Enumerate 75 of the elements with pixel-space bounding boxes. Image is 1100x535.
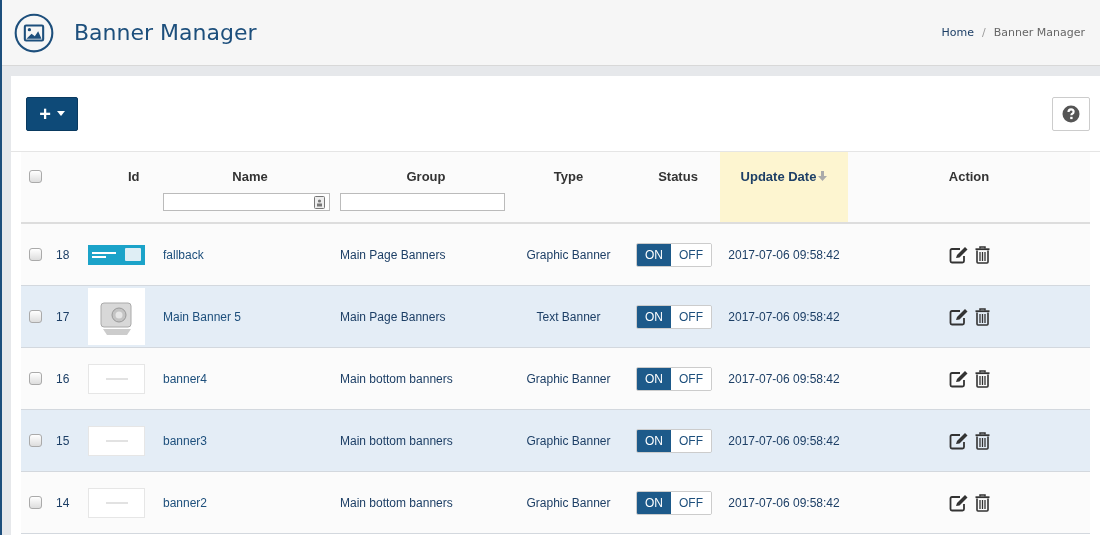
banner-name-link[interactable]: banner3 [163,433,208,448]
type-cell: Graphic Banner [526,371,611,386]
sort-down-icon [818,171,828,181]
off-toggle-option[interactable]: OFF [671,429,711,452]
banner-name-link[interactable]: fallback [163,247,204,262]
on-toggle-option[interactable]: ON [637,243,671,266]
edit-icon[interactable] [948,369,969,388]
id-cell: 17 [56,309,70,324]
trash-icon[interactable] [974,431,990,450]
trash-icon[interactable] [974,369,990,388]
row-checkbox[interactable] [29,496,42,509]
column-header[interactable]: Type [553,169,584,184]
column-header[interactable]: Id [128,169,140,184]
trash-icon[interactable] [974,307,990,326]
breadcrumb-separator: / [982,26,986,39]
off-toggle-option[interactable]: OFF [671,367,711,390]
id-cell: 15 [56,433,70,448]
edit-icon[interactable] [948,431,969,450]
sorted-column-header[interactable]: Update Date [720,152,848,222]
type-cell: Graphic Banner [526,433,611,448]
group-cell: Main bottom banners [340,495,453,510]
group-cell: Main Page Banners [340,247,446,262]
row-checkbox[interactable] [29,372,42,385]
row-checkbox[interactable] [29,248,42,261]
date-cell: 2017-07-06 09:58:42 [728,309,840,324]
date-cell: 2017-07-06 09:58:42 [728,371,840,386]
select-all-checkbox[interactable] [29,170,42,183]
banner-name-link[interactable]: banner4 [163,371,208,386]
page-title: Banner Manager [74,20,257,45]
placeholder-thumbnail [88,425,145,456]
group-cell: Main bottom banners [340,433,453,448]
id-cell: 16 [56,371,70,386]
date-cell: 2017-07-06 09:58:42 [728,495,840,510]
row-checkbox[interactable] [29,310,42,323]
trash-icon[interactable] [974,245,990,264]
edit-icon[interactable] [948,493,969,512]
off-toggle-option[interactable]: OFF [671,305,711,328]
image-icon [14,12,54,53]
id-cell: 18 [56,247,70,262]
off-toggle-option[interactable]: OFF [671,243,711,266]
banner-name-link[interactable]: Main Banner 5 [163,309,242,324]
placeholder-thumbnail [88,487,145,518]
banner-thumbnail [88,244,145,265]
column-header[interactable]: Action [948,169,990,184]
type-cell: Graphic Banner [526,495,611,510]
filter-field[interactable] [340,193,505,211]
breadcrumb-item[interactable]: Home [941,26,975,39]
contact-card-icon [314,195,325,209]
row-checkbox[interactable] [29,434,42,447]
type-cell: Graphic Banner [526,247,611,262]
off-toggle-option[interactable]: OFF [671,491,711,514]
on-toggle-option[interactable]: ON [637,429,671,452]
column-header[interactable]: Status [658,169,698,184]
date-cell: 2017-07-06 09:58:42 [728,433,840,448]
date-cell: 2017-07-06 09:58:42 [728,247,840,262]
edit-icon[interactable] [948,245,969,264]
on-toggle-option[interactable]: ON [637,305,671,328]
group-cell: Main bottom banners [340,371,453,386]
column-header[interactable]: Group [406,169,446,184]
on-toggle-option[interactable]: ON [637,367,671,390]
on-toggle-option[interactable]: ON [637,491,671,514]
type-cell: Text Banner [536,309,601,324]
help-button[interactable] [1052,96,1090,131]
group-cell: Main Page Banners [340,309,446,324]
edit-icon[interactable] [948,307,969,326]
placeholder-thumbnail [88,363,145,394]
help-icon [1062,104,1080,123]
breadcrumb-item: Banner Manager [993,26,1085,39]
add-button[interactable]: + [26,96,78,131]
caret-icon [56,111,65,116]
trash-icon[interactable] [974,493,990,512]
id-cell: 14 [56,495,70,510]
column-header[interactable]: Name [232,169,268,184]
filter-field[interactable] [163,193,330,211]
banner-name-link[interactable]: banner2 [163,495,208,510]
